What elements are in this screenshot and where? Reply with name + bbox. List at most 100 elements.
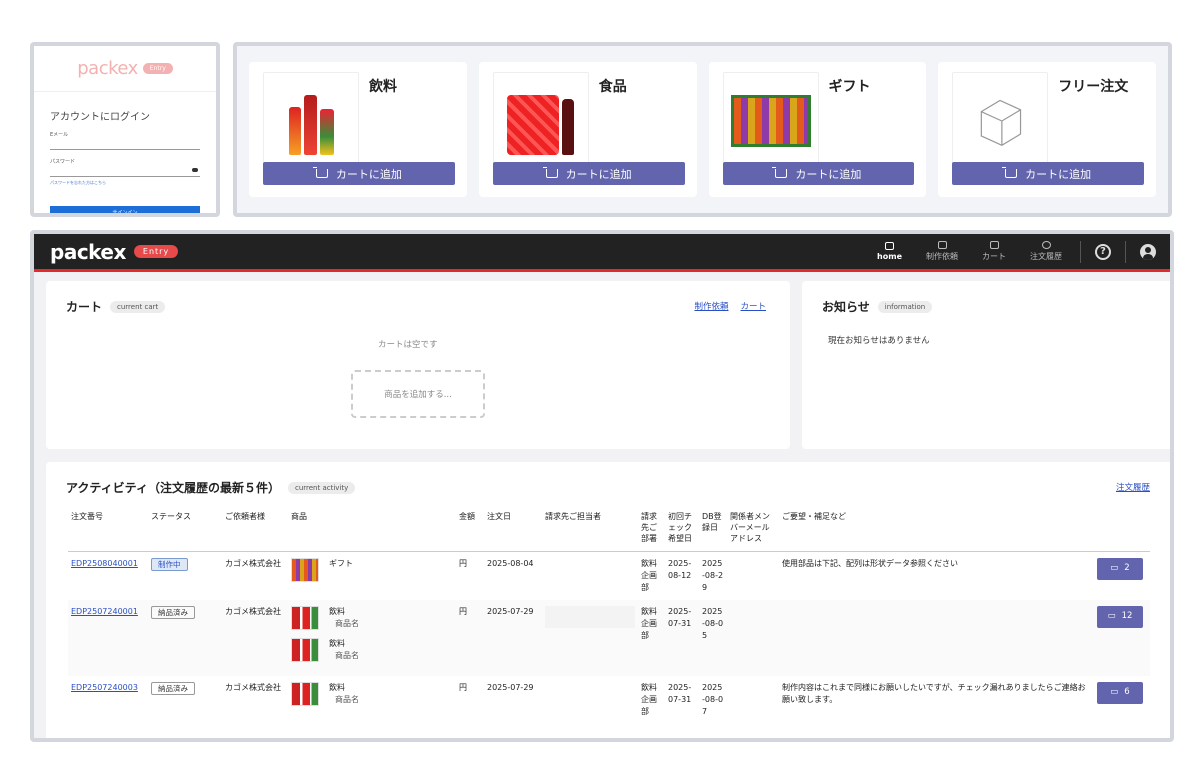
comments-button[interactable]: ▭ 12 <box>1097 605 1143 628</box>
food-image <box>492 72 589 168</box>
cart-panel: カート current cart 制作依頼 カート カートは空です 商品を追加する.… <box>46 281 790 449</box>
product-title: 食品 <box>598 79 627 95</box>
col-header: 注文日 <box>484 507 542 552</box>
check-date-cell: 2025-07-31 <box>665 599 699 676</box>
app-window: packex Entry home 制作依頼 カート 注文履歴 ? カート cur… <box>30 230 1174 742</box>
eye-icon[interactable] <box>192 168 198 172</box>
cart-icon <box>542 167 558 178</box>
order-id-link[interactable]: EDP2507240003 <box>71 683 138 692</box>
product-category: ギフト <box>329 558 353 568</box>
cart-icon <box>989 241 999 249</box>
add-to-cart-button[interactable]: カートに追加 <box>263 162 455 185</box>
product-category: 飲料 <box>329 606 345 616</box>
request-link[interactable]: 制作依頼 <box>694 300 728 312</box>
check-date-cell: 2025-08-12 <box>668 558 692 580</box>
date-cell: 2025-07-29 <box>487 682 534 692</box>
activity-badge: current activity <box>287 481 356 494</box>
clock-icon <box>1041 241 1051 249</box>
product-card-food: 食品 カートに追加 <box>478 62 697 197</box>
db-date-cell: 2025-08-07 <box>702 682 724 716</box>
comments-button[interactable]: ▭ 6 <box>1097 681 1143 704</box>
dept-cell: 飲料企画部 <box>638 599 665 676</box>
redacted-cell <box>545 605 635 628</box>
product-thumb <box>291 637 319 662</box>
order-id-link[interactable]: EDP2507240001 <box>71 607 138 616</box>
activity-table: 注文番号 ステータス ご依頼者様 商品 金額 注文日 請求先ご担当者 請求先ご部… <box>68 507 1150 724</box>
signin-button[interactable]: サインイン <box>50 206 200 213</box>
table-row: EDP2507240001 納品済み カゴメ株式会社 飲料 商品名 飲料 商品名 円… <box>68 599 1150 676</box>
help-icon[interactable]: ? <box>1095 243 1111 260</box>
login-card: packex Entry アカウントにログイン Eメール パスワード パスワード… <box>30 42 220 217</box>
status-badge: 納品済み <box>151 605 195 619</box>
product-name: 商品名 <box>335 694 359 704</box>
product-name: 商品名 <box>335 650 359 660</box>
status-badge: 制作中 <box>151 557 188 571</box>
product-thumb <box>291 557 319 582</box>
activity-title: アクティビティ（注文履歴の最新５件） <box>66 481 280 495</box>
dept-cell: 飲料企画部 <box>641 682 657 716</box>
chat-icon: ▭ <box>1110 563 1119 574</box>
add-product-button[interactable]: 商品を追加する... <box>351 370 485 418</box>
nav-history[interactable]: 注文履歴 <box>1018 241 1074 262</box>
cube-icon <box>980 99 1022 146</box>
free-order-image <box>952 72 1049 168</box>
col-header: DB登録日 <box>699 507 727 552</box>
divider <box>1080 240 1081 263</box>
forgot-password-link[interactable]: パスワードを忘れた方はこちら <box>50 180 200 186</box>
cart-badge: current cart <box>110 300 166 313</box>
nav-home[interactable]: home <box>865 242 914 261</box>
top-bar: packex Entry home 制作依頼 カート 注文履歴 ? <box>34 234 1170 272</box>
main-nav: home 制作依頼 カート 注文履歴 ? <box>865 240 1156 263</box>
product-thumb <box>291 681 319 706</box>
add-to-cart-button[interactable]: カートに追加 <box>492 162 685 185</box>
db-date-cell: 2025-08-05 <box>699 599 727 676</box>
password-field[interactable] <box>50 165 200 177</box>
order-id-link[interactable]: EDP2508040001 <box>71 559 138 568</box>
cart-link[interactable]: カート <box>740 300 766 312</box>
nav-request[interactable]: 制作依頼 <box>914 241 970 262</box>
add-to-cart-button[interactable]: カートに追加 <box>722 162 915 185</box>
nav-cart[interactable]: カート <box>970 241 1018 262</box>
cart-icon <box>1002 167 1018 178</box>
product-category: 飲料 <box>329 638 345 648</box>
history-link[interactable]: 注文履歴 <box>1116 481 1150 493</box>
cart-empty-text: カートは空です <box>378 340 438 350</box>
product-thumb <box>291 605 319 630</box>
col-header: 関係者メンバーメールアドレス <box>727 507 779 552</box>
comments-button[interactable]: ▭ 2 <box>1097 557 1143 580</box>
col-header: 初回チェック希望日 <box>665 507 699 552</box>
product-name: 商品名 <box>335 618 359 628</box>
email-field[interactable] <box>50 138 200 150</box>
news-panel: お知らせ information 現在お知らせはありません <box>802 281 1170 449</box>
add-to-cart-button[interactable]: カートに追加 <box>952 162 1144 185</box>
cart-icon <box>312 167 328 178</box>
user-avatar-icon[interactable] <box>1140 243 1156 260</box>
product-category: 飲料 <box>329 682 345 692</box>
divider <box>1125 240 1126 263</box>
entry-badge: Entry <box>142 63 173 74</box>
table-row: EDP2507240003 納品済み カゴメ株式会社 飲料 商品名 円 2025-… <box>68 676 1150 724</box>
date-cell: 2025-08-04 <box>487 558 534 568</box>
client-cell: カゴメ株式会社 <box>225 558 281 568</box>
note-cell: 使用部品は下記、配列は形状データ参照ください <box>782 558 958 568</box>
product-title: フリー注文 <box>1058 79 1129 95</box>
product-card-drinks: 飲料 カートに追加 <box>249 62 467 197</box>
table-row: EDP2508040001 制作中 カゴメ株式会社 ギフト 円 2025-08-… <box>68 551 1150 600</box>
col-header: 請求先ご担当者 <box>542 507 638 552</box>
status-badge: 納品済み <box>151 681 195 695</box>
login-title: アカウントにログイン <box>50 112 150 123</box>
drinks-image <box>263 72 359 168</box>
note-cell <box>779 599 1094 676</box>
date-cell: 2025-07-29 <box>484 599 542 676</box>
chat-icon: ▭ <box>1107 611 1116 622</box>
col-header: 商品 <box>288 507 456 552</box>
entry-badge: Entry <box>133 245 179 258</box>
news-empty-text: 現在お知らせはありません <box>828 336 930 346</box>
check-date-cell: 2025-07-31 <box>668 682 692 704</box>
cart-title: カート <box>66 300 103 314</box>
cart-icon <box>772 167 788 178</box>
activity-panel: アクティビティ（注文履歴の最新５件） current activity 注文履歴 … <box>46 462 1170 738</box>
col-header: 請求先ご部署 <box>638 507 665 552</box>
product-title: ギフト <box>828 79 871 95</box>
price-cell: 円 <box>459 558 467 568</box>
